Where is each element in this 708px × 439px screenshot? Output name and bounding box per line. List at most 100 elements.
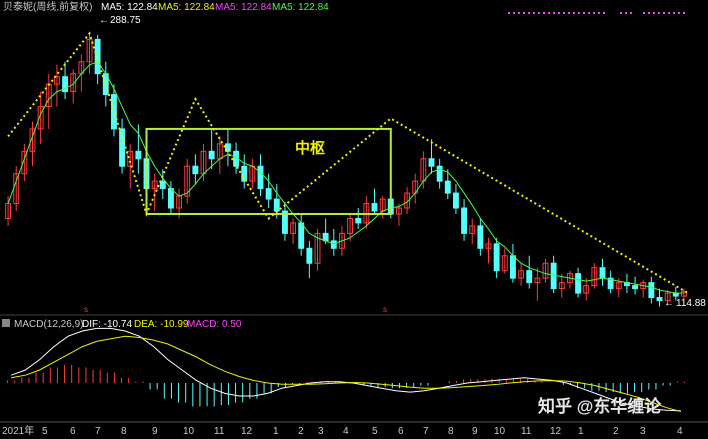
candle <box>509 243 516 283</box>
x-tick-label: 7 <box>423 426 429 437</box>
candle-body <box>192 165 199 175</box>
magenta-dot <box>620 12 622 14</box>
marker-red: s <box>84 305 88 314</box>
candle <box>371 188 378 214</box>
magenta-dot <box>533 12 535 14</box>
magenta-dot <box>593 12 595 14</box>
candle <box>469 218 476 244</box>
candle-body <box>241 165 248 182</box>
magenta-dot <box>523 12 525 14</box>
candle <box>159 169 166 200</box>
candle <box>298 213 305 256</box>
magenta-dot <box>543 12 545 14</box>
candle <box>224 128 231 167</box>
macd-value-label: MACD: 0.50 <box>187 319 242 330</box>
low-price-label: 114.88 <box>676 298 706 309</box>
candle <box>477 218 484 256</box>
candle-body <box>208 150 215 160</box>
candle <box>501 248 508 274</box>
magenta-dot <box>563 12 565 14</box>
candle <box>281 202 288 241</box>
magenta-dot <box>648 12 650 14</box>
candle <box>257 154 264 197</box>
candle <box>62 61 69 100</box>
x-tick-label: 9 <box>152 426 158 437</box>
candle <box>485 237 492 264</box>
chart-title: 贝泰妮(周线,前复权) <box>3 0 92 13</box>
candle <box>119 118 126 174</box>
price-panel: ss <box>5 31 689 314</box>
candle <box>330 228 337 256</box>
candle-body <box>509 255 516 279</box>
candlestick-chart[interactable]: 贝泰妮(周线,前复权) MA5: 122.84 MA5: 122.84 MA5:… <box>0 0 708 439</box>
candle <box>542 258 549 283</box>
candle <box>656 288 663 307</box>
x-tick-label: 10 <box>183 426 195 437</box>
magenta-dot <box>683 12 685 14</box>
magenta-dot <box>625 12 627 14</box>
candle-body <box>110 94 117 130</box>
ma-label-1: MA5: 122.84 <box>101 2 158 13</box>
macd-dea-label: DEA: -10.99 <box>134 319 189 330</box>
candle <box>534 267 541 301</box>
zone-label: 中枢 <box>295 139 325 157</box>
magenta-dot <box>653 12 655 14</box>
x-tick-label: 6 <box>398 426 404 437</box>
candle-body <box>265 188 272 200</box>
magenta-dot <box>558 12 560 14</box>
macd-toggle-icon[interactable] <box>2 319 10 327</box>
candle <box>249 158 256 189</box>
candle <box>86 33 93 74</box>
x-tick-label: 4 <box>677 426 683 437</box>
magenta-dot <box>573 12 575 14</box>
magenta-dot <box>643 12 645 14</box>
candle-body <box>167 188 174 209</box>
candle-body <box>306 247 313 264</box>
candle-body <box>526 270 533 284</box>
magenta-dot <box>528 12 530 14</box>
x-tick-label: 8 <box>448 426 454 437</box>
high-price-label: 288.75 <box>110 15 141 26</box>
watermark: 知乎 @东华缠论 <box>537 396 662 416</box>
candle <box>648 276 655 304</box>
candle <box>566 270 573 289</box>
magenta-dot <box>548 12 550 14</box>
candle-body <box>493 243 500 272</box>
magenta-dot <box>588 12 590 14</box>
magenta-dot <box>658 12 660 14</box>
candle-body <box>599 267 606 279</box>
candle <box>632 276 639 295</box>
candle <box>599 258 606 286</box>
candle <box>208 128 215 170</box>
zigzag-line <box>7 31 689 294</box>
candle-body <box>575 273 582 294</box>
macd-title: MACD(12,26,9) <box>14 319 83 330</box>
magenta-dot <box>508 12 510 14</box>
candle-body <box>330 240 337 249</box>
marker-red: s <box>383 305 387 314</box>
magenta-dot <box>630 12 632 14</box>
magenta-dot <box>553 12 555 14</box>
x-tick-label: 12 <box>550 426 562 437</box>
x-tick-label: 11 <box>214 426 225 437</box>
candle <box>428 139 435 174</box>
candle <box>192 154 199 185</box>
candle <box>5 196 12 226</box>
candle-body <box>355 217 362 224</box>
x-tick-label: 2 <box>298 426 304 437</box>
candle <box>290 218 297 244</box>
x-tick-label: 9 <box>472 426 478 437</box>
candle <box>518 263 525 286</box>
candle <box>436 158 443 189</box>
candle-body <box>461 207 468 234</box>
x-tick-label: 10 <box>494 426 506 437</box>
candle <box>184 158 191 204</box>
candle <box>461 199 468 241</box>
x-tick-label: 7 <box>95 426 101 437</box>
candle-body <box>257 165 264 190</box>
candle <box>94 34 101 85</box>
candle-body <box>298 222 305 249</box>
x-tick-label: 4 <box>343 426 349 437</box>
candle <box>13 166 20 211</box>
candle <box>452 184 459 214</box>
